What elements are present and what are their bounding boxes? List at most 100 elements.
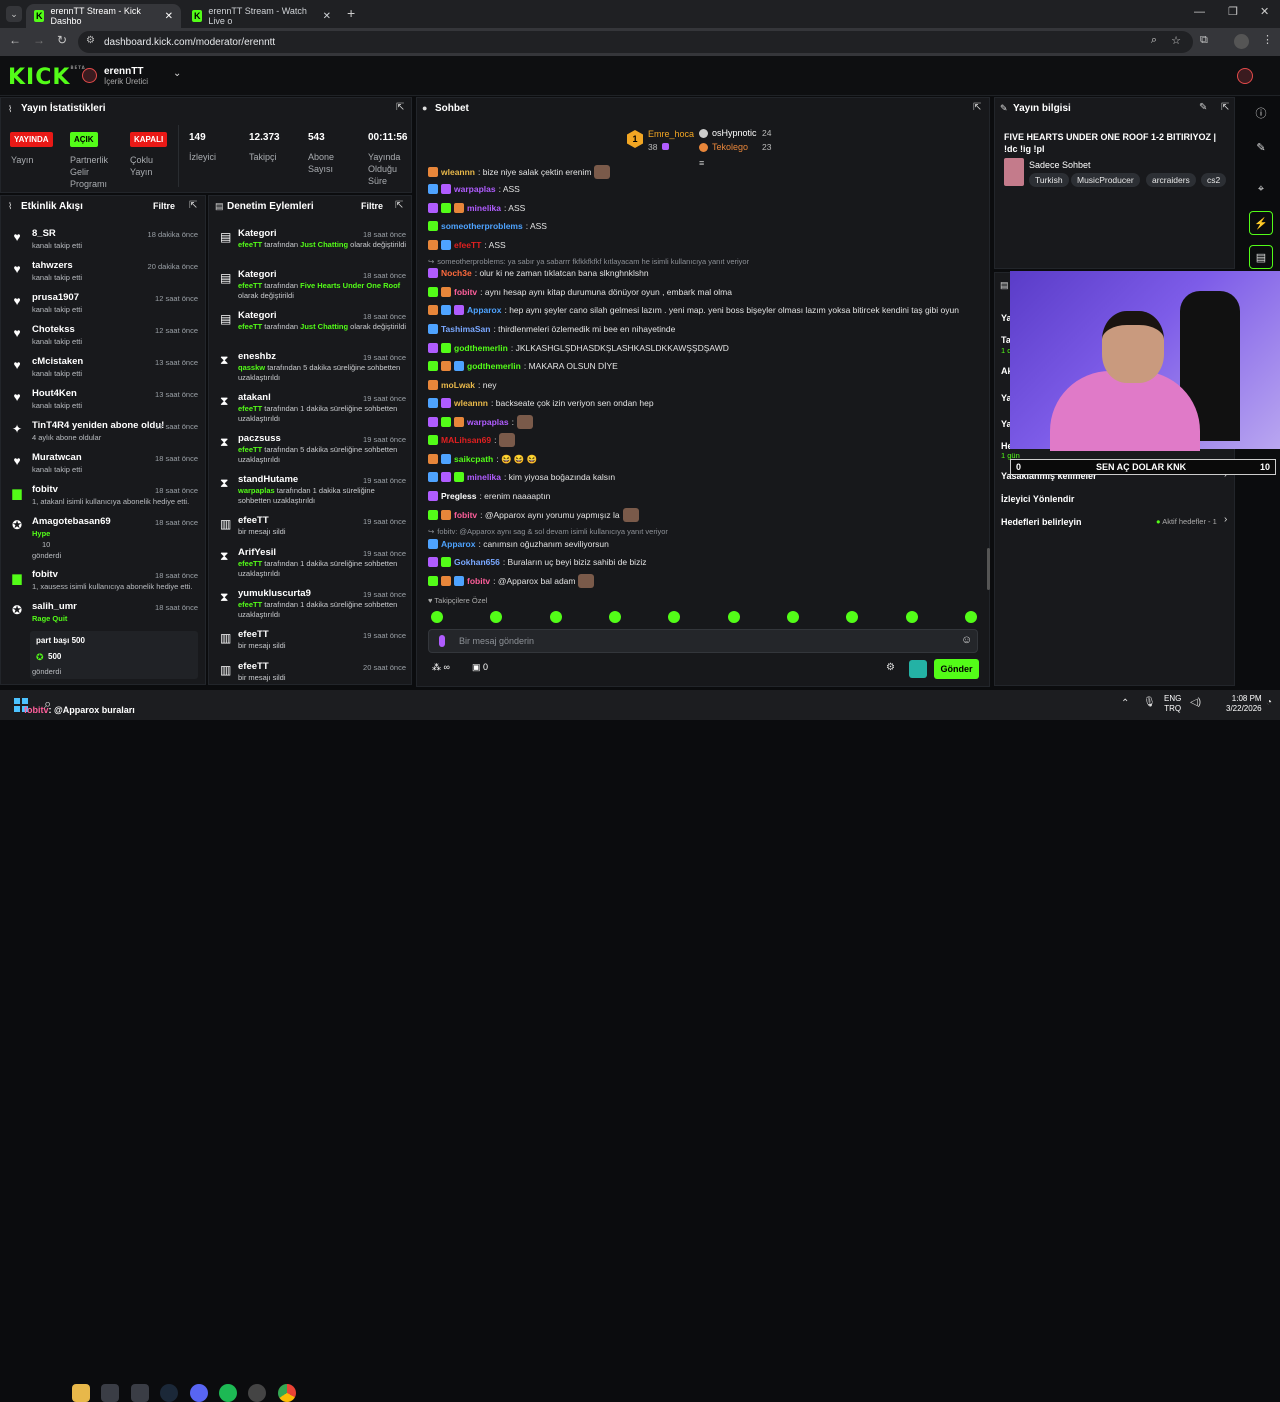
- moderator-name[interactable]: efeeTT: [238, 559, 262, 568]
- channel-avatar[interactable]: [82, 68, 97, 83]
- activity-item[interactable]: ♥ cMcistaken kanalı takip etti 13 saat önce: [10, 356, 200, 386]
- activity-item[interactable]: ▆ fobitv 1, atakanl isimli kullanıcıya abo…: [10, 484, 200, 514]
- activity-username[interactable]: Muratwcan: [32, 452, 82, 463]
- spotify-icon[interactable]: [219, 1384, 237, 1402]
- chat-username[interactable]: godthemerlin: [467, 361, 521, 371]
- moderation-item[interactable]: ⧗ eneshbz qasskw tarafından 5 dakika sürel…: [218, 351, 408, 389]
- activity-username[interactable]: cMcistaken: [32, 356, 83, 367]
- quick-emote[interactable]: [906, 611, 918, 623]
- tray-chevron-icon[interactable]: ⌃: [1121, 698, 1129, 709]
- browser-menu-icon[interactable]: ⋮: [1262, 33, 1273, 46]
- chat-username[interactable]: fobitv: [454, 287, 477, 297]
- activity-username[interactable]: 8_SR: [32, 228, 56, 239]
- moderation-target[interactable]: efeeTT: [238, 515, 269, 526]
- emoji-picker-icon[interactable]: ☺: [961, 634, 972, 646]
- activity-username[interactable]: Amagotebasan69: [32, 516, 111, 527]
- activity-username[interactable]: Chotekss: [32, 324, 75, 335]
- activity-item[interactable]: ♥ 8_SR kanalı takip etti 18 dakika önce: [10, 228, 200, 258]
- activity-username[interactable]: tahwzers: [32, 260, 73, 271]
- tab-search-button[interactable]: ⌄: [6, 6, 22, 22]
- quick-emote[interactable]: [668, 611, 680, 623]
- moderator-name[interactable]: warpaplas: [238, 486, 275, 495]
- moderation-target[interactable]: ArifYesil: [238, 547, 276, 558]
- steam-icon[interactable]: [160, 1384, 178, 1402]
- quick-emote[interactable]: [431, 611, 443, 623]
- moderation-filter-button[interactable]: Filtre: [361, 201, 383, 211]
- chat-message[interactable]: fobitv: @Apparox bal adam: [428, 574, 595, 588]
- kick-logo[interactable]: KICKBETA: [8, 65, 86, 90]
- edit-icon[interactable]: ✎: [1199, 102, 1207, 113]
- lang-indicator[interactable]: ENG TRQ: [1164, 694, 1181, 714]
- chat-username[interactable]: efeeTT: [454, 240, 481, 250]
- moderation-item[interactable]: ▤ Kategori efeeTT tarafından Just Chatting…: [218, 310, 408, 348]
- activity-username[interactable]: TinT4R4 yeniden abone oldu!: [32, 420, 164, 431]
- chat-message[interactable]: warpaplas:: [428, 415, 533, 429]
- moderation-item[interactable]: ⧗ atakanl efeeTT tarafından 1 dakika sürel…: [218, 392, 408, 430]
- chevron-right-icon[interactable]: ›: [1224, 514, 1227, 525]
- focus-icon[interactable]: ⌖: [1249, 177, 1273, 201]
- moderation-target[interactable]: yumukluscurta9: [238, 588, 311, 599]
- chat-message[interactable]: moLwak: ney: [428, 378, 496, 392]
- activity-username[interactable]: Hout4Ken: [32, 388, 77, 399]
- moderator-name[interactable]: qasskw: [238, 363, 265, 372]
- raid-item[interactable]: İzleyici Yönlendir: [1001, 494, 1074, 504]
- activity-item[interactable]: ♥ Hout4Ken kanalı takip etti 13 saat önce: [10, 388, 200, 418]
- info-icon[interactable]: ⓘ: [1249, 101, 1273, 125]
- tag-chip[interactable]: Turkish: [1029, 173, 1069, 187]
- chat-username[interactable]: MALihsan69: [441, 435, 491, 445]
- chat-settings-icon[interactable]: ⚙: [886, 662, 895, 673]
- quick-emote[interactable]: [490, 611, 502, 623]
- popout-icon[interactable]: ⇱: [396, 102, 404, 113]
- close-tab-icon[interactable]: ✕: [323, 11, 331, 22]
- chat-username[interactable]: minelika: [467, 203, 501, 213]
- chat-username[interactable]: godthemerlin: [454, 343, 508, 353]
- profile-avatar[interactable]: [1234, 34, 1249, 49]
- volume-icon[interactable]: ◁): [1190, 697, 1201, 708]
- activity-item[interactable]: ✪ salih_umr Rage Quit 18 saat önce: [10, 601, 200, 631]
- chat-message[interactable]: fobitv: aynı hesap aynı kitap durumuna d…: [428, 285, 732, 299]
- discord-icon[interactable]: [190, 1384, 208, 1402]
- chat-reply-context[interactable]: ↪ fobitv: @Apparox aynı sag & sol devam …: [428, 526, 668, 536]
- quick-emote[interactable]: [728, 611, 740, 623]
- chat-message[interactable]: godthemerlin: MAKARA OLSUN DİYE: [428, 359, 618, 373]
- lightning-icon[interactable]: ⚡: [1249, 211, 1273, 235]
- url-field[interactable]: ⚙ dashboard.kick.com/moderator/erenntt ⌕…: [78, 31, 1193, 53]
- minimize-button[interactable]: —: [1194, 6, 1205, 18]
- chat-message[interactable]: Noch3e: olur ki ne zaman tıklatcan bana …: [428, 266, 649, 280]
- chat-message[interactable]: efeeTT: ASS: [428, 238, 506, 252]
- chat-username[interactable]: minelika: [467, 472, 501, 482]
- store-icon[interactable]: [101, 1384, 119, 1402]
- bookmark-star-icon[interactable]: ☆: [1171, 34, 1181, 47]
- edit-icon[interactable]: ✎: [1249, 135, 1273, 159]
- chat-message[interactable]: MALihsan69:: [428, 433, 516, 447]
- forward-icon[interactable]: →: [33, 33, 45, 47]
- activity-item[interactable]: ▆ fobitv 1, xausess isimli kullanıcıya abo…: [10, 569, 200, 599]
- moderator-name[interactable]: efeeTT: [238, 240, 262, 249]
- activity-username[interactable]: salih_umr: [32, 601, 77, 612]
- moderation-item[interactable]: ⧗ yumukluscurta9 efeeTT tarafından 1 dakik…: [218, 588, 408, 626]
- site-info-icon[interactable]: ⚙: [86, 35, 95, 46]
- activity-item[interactable]: ♥ tahwzers kanalı takip etti 20 dakika önce: [10, 260, 200, 290]
- activity-username[interactable]: fobitv: [32, 484, 58, 495]
- moderation-target[interactable]: eneshbz: [238, 351, 276, 362]
- microphone-icon[interactable]: [439, 635, 445, 647]
- moderation-item[interactable]: ⧗ ArifYesil efeeTT tarafından 1 dakika sür…: [218, 547, 408, 585]
- chat-message[interactable]: Apparox: hep aynı şeyler cano silah gelm…: [428, 303, 959, 317]
- chat-message[interactable]: fobitv: @Apparox aynı yorumu yapmışız la: [428, 508, 639, 522]
- chat-message[interactable]: wleannn: bize niye salak çektin erenim: [428, 165, 611, 179]
- send-button[interactable]: Gönder: [934, 659, 979, 679]
- goals-item[interactable]: Hedefleri belirleyin: [1001, 517, 1082, 527]
- tag-chip[interactable]: cs2: [1201, 173, 1227, 187]
- popout-icon[interactable]: ⇱: [973, 102, 981, 113]
- chat-username[interactable]: Apparox: [467, 305, 501, 315]
- activity-username[interactable]: fobitv: [32, 569, 58, 580]
- chat-message[interactable]: warpaplas: ASS: [428, 182, 520, 196]
- chat-username[interactable]: fobitv: [454, 510, 477, 520]
- chat-input[interactable]: Bir mesaj gönderin ☺: [428, 629, 978, 653]
- activity-item[interactable]: ✦ TinT4R4 yeniden abone oldu! 4 aylık abon…: [10, 420, 200, 450]
- quick-emote[interactable]: [550, 611, 562, 623]
- chat-username[interactable]: someotherproblems: [441, 221, 523, 231]
- moderator-name[interactable]: efeeTT: [238, 404, 262, 413]
- chat-message[interactable]: saikcpath: 😆 😆 😆: [428, 452, 537, 466]
- quick-emote[interactable]: [787, 611, 799, 623]
